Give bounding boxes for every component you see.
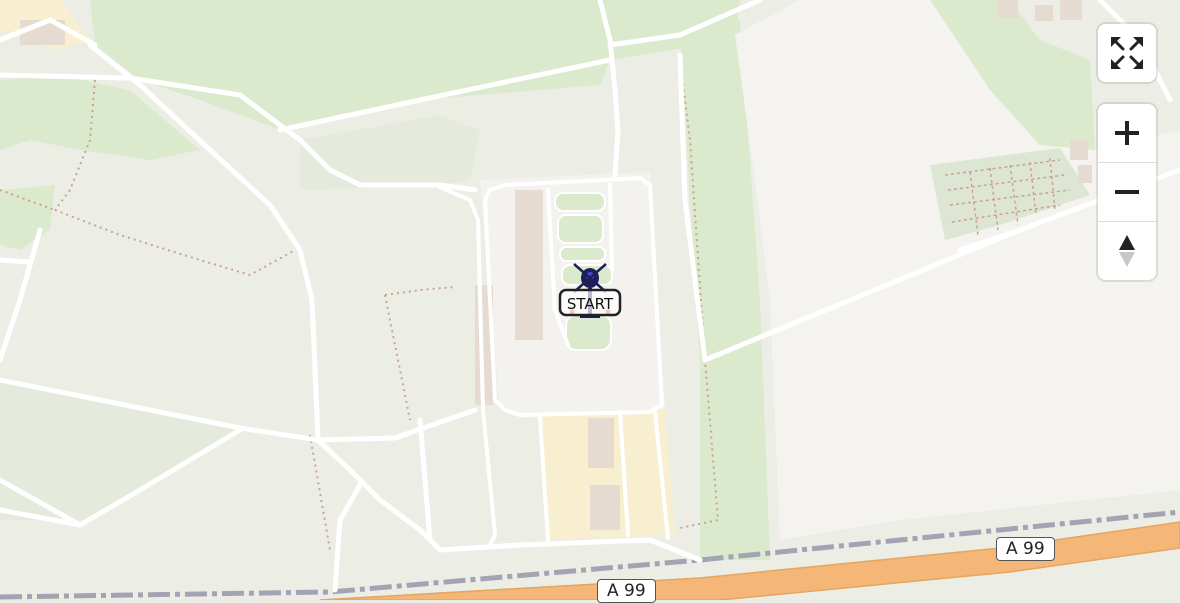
zoom-in-button[interactable] bbox=[1098, 104, 1156, 163]
fullscreen-control bbox=[1098, 24, 1156, 82]
navigation-control bbox=[1098, 104, 1156, 280]
fullscreen-icon bbox=[1111, 37, 1143, 69]
fullscreen-button[interactable] bbox=[1098, 24, 1156, 82]
compass-icon bbox=[1119, 235, 1135, 267]
minus-icon bbox=[1115, 190, 1139, 194]
start-label: START bbox=[567, 295, 614, 313]
plus-icon bbox=[1115, 121, 1139, 145]
compass-button[interactable] bbox=[1098, 222, 1156, 280]
road-shield-a99: A 99 bbox=[996, 537, 1055, 561]
map-canvas[interactable]: START bbox=[0, 0, 1180, 600]
zoom-out-button[interactable] bbox=[1098, 163, 1156, 222]
road-shield-a99: A 99 bbox=[597, 579, 656, 603]
